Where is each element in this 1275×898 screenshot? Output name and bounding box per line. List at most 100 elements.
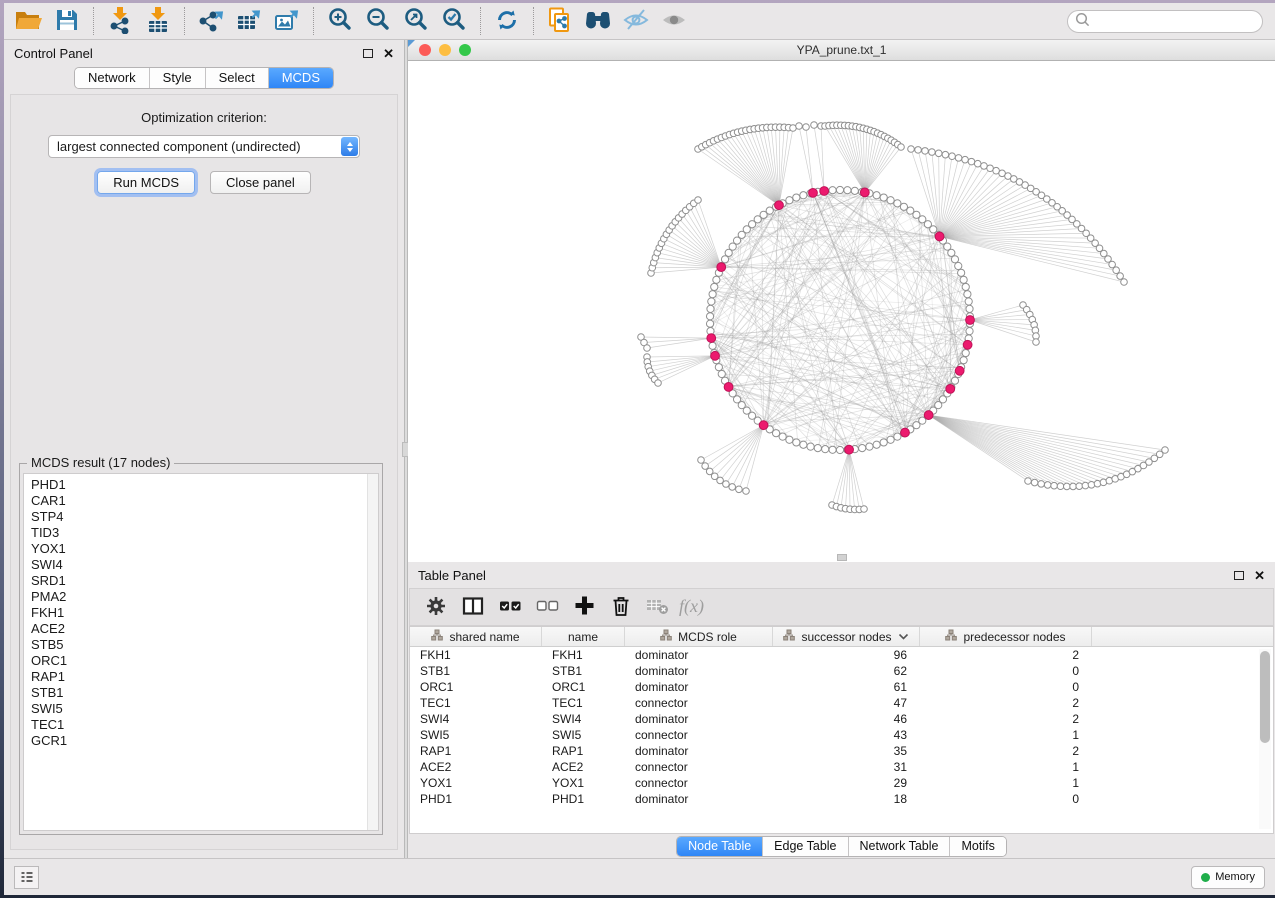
float-panel-button[interactable] — [363, 49, 373, 58]
mcds-result-item[interactable]: ORC1 — [31, 653, 378, 669]
mcds-result-item[interactable]: STB5 — [31, 637, 378, 653]
tab-style[interactable]: Style — [150, 68, 206, 88]
mcds-result-item[interactable]: RAP1 — [31, 669, 378, 685]
table-tab-motifs[interactable]: Motifs — [950, 837, 1005, 856]
select-all-button[interactable] — [497, 594, 523, 620]
export-network-button[interactable] — [192, 5, 230, 37]
result-list-scrollbar[interactable] — [367, 474, 378, 830]
cell[interactable]: 1 — [920, 776, 1092, 790]
column-header-successor-nodes[interactable]: successor nodes — [773, 627, 920, 646]
refresh-layout-button[interactable] — [488, 5, 526, 37]
optimization-criterion-select[interactable]: largest connected component (undirected) — [48, 135, 360, 158]
mcds-result-item[interactable]: SWI5 — [31, 701, 378, 717]
tab-mcds[interactable]: MCDS — [269, 68, 333, 88]
table-row-PHD1[interactable]: PHD1PHD1dominator180 — [410, 791, 1273, 807]
table-row-TEC1[interactable]: TEC1TEC1connector472 — [410, 695, 1273, 711]
mcds-result-item[interactable]: TEC1 — [31, 717, 378, 733]
run-mcds-button[interactable]: Run MCDS — [97, 171, 195, 194]
table-row-ORC1[interactable]: ORC1ORC1dominator610 — [410, 679, 1273, 695]
table-row-RAP1[interactable]: RAP1RAP1dominator352 — [410, 743, 1273, 759]
function-builder-button[interactable]: f(x) — [682, 594, 708, 620]
cell[interactable]: ORC1 — [410, 680, 542, 694]
open-file-button[interactable] — [10, 5, 48, 37]
import-network-button[interactable] — [101, 5, 139, 37]
cell[interactable]: SWI5 — [542, 728, 625, 742]
cell[interactable]: SWI4 — [542, 712, 625, 726]
columns-view-button[interactable] — [460, 594, 486, 620]
minimize-window-icon[interactable] — [439, 44, 451, 56]
cell[interactable]: 0 — [920, 792, 1092, 806]
cell[interactable]: YOX1 — [542, 776, 625, 790]
import-table-button[interactable] — [139, 5, 177, 37]
cell[interactable]: TEC1 — [410, 696, 542, 710]
cell[interactable]: 1 — [920, 760, 1092, 774]
close-window-icon[interactable] — [419, 44, 431, 56]
table-tab-node-table[interactable]: Node Table — [677, 837, 763, 856]
cell[interactable]: ORC1 — [542, 680, 625, 694]
table-row-FKH1[interactable]: FKH1FKH1dominator962 — [410, 647, 1273, 663]
horizontal-splitter-grip[interactable] — [837, 554, 847, 561]
delete-column-button[interactable] — [608, 594, 634, 620]
table-row-SWI4[interactable]: SWI4SWI4dominator462 — [410, 711, 1273, 727]
cell[interactable]: connector — [625, 696, 773, 710]
cell[interactable]: 61 — [773, 680, 920, 694]
cell[interactable]: ACE2 — [542, 760, 625, 774]
mcds-result-item[interactable]: STB1 — [31, 685, 378, 701]
zoom-fit-button[interactable] — [397, 5, 435, 37]
zoom-in-button[interactable] — [321, 5, 359, 37]
export-image-button[interactable] — [268, 5, 306, 37]
cell[interactable]: connector — [625, 760, 773, 774]
cell[interactable]: 29 — [773, 776, 920, 790]
table-scrollbar-thumb[interactable] — [1260, 651, 1270, 743]
hide-selected-button[interactable] — [617, 5, 655, 37]
column-header-MCDS-role[interactable]: MCDS role — [625, 627, 773, 646]
cell[interactable]: TEC1 — [542, 696, 625, 710]
column-settings-button[interactable] — [423, 594, 449, 620]
cell[interactable]: SWI4 — [410, 712, 542, 726]
cell[interactable]: 31 — [773, 760, 920, 774]
cell[interactable]: 62 — [773, 664, 920, 678]
cell[interactable]: 43 — [773, 728, 920, 742]
cell[interactable]: RAP1 — [542, 744, 625, 758]
close-table-panel-icon[interactable]: ✕ — [1254, 569, 1265, 582]
zoom-selected-button[interactable] — [435, 5, 473, 37]
cell[interactable]: dominator — [625, 792, 773, 806]
first-neighbors-button[interactable] — [579, 5, 617, 37]
cell[interactable]: STB1 — [410, 664, 542, 678]
mcds-result-item[interactable]: PHD1 — [31, 477, 378, 493]
cell[interactable]: 2 — [920, 712, 1092, 726]
table-row-YOX1[interactable]: YOX1YOX1connector291 — [410, 775, 1273, 791]
close-panel-button[interactable]: Close panel — [210, 171, 311, 194]
task-history-button[interactable] — [14, 866, 39, 889]
deselect-all-button[interactable] — [534, 594, 560, 620]
mcds-result-item[interactable]: STP4 — [31, 509, 378, 525]
maximize-window-icon[interactable] — [459, 44, 471, 56]
cell[interactable]: 1 — [920, 728, 1092, 742]
network-window-titlebar[interactable]: YPA_prune.txt_1 — [408, 40, 1275, 61]
cell[interactable]: RAP1 — [410, 744, 542, 758]
cell[interactable]: 2 — [920, 744, 1092, 758]
cell[interactable]: SWI5 — [410, 728, 542, 742]
cell[interactable]: 35 — [773, 744, 920, 758]
show-all-button[interactable] — [655, 5, 693, 37]
cell[interactable]: connector — [625, 776, 773, 790]
cell[interactable]: dominator — [625, 664, 773, 678]
memory-button[interactable]: Memory — [1191, 866, 1265, 889]
cell[interactable]: ACE2 — [410, 760, 542, 774]
copy-network-button[interactable] — [541, 5, 579, 37]
mcds-result-item[interactable]: ACE2 — [31, 621, 378, 637]
cell[interactable]: PHD1 — [542, 792, 625, 806]
export-table-button[interactable] — [230, 5, 268, 37]
mcds-result-item[interactable]: CAR1 — [31, 493, 378, 509]
cell[interactable]: 47 — [773, 696, 920, 710]
close-panel-icon[interactable]: ✕ — [383, 47, 394, 60]
mcds-result-item[interactable]: TID3 — [31, 525, 378, 541]
table-scrollbar[interactable] — [1259, 649, 1271, 829]
cell[interactable]: FKH1 — [542, 648, 625, 662]
mcds-result-list[interactable]: PHD1CAR1STP4TID3YOX1SWI4SRD1PMA2FKH1ACE2… — [23, 473, 379, 831]
mcds-result-item[interactable]: YOX1 — [31, 541, 378, 557]
table-row-SWI5[interactable]: SWI5SWI5connector431 — [410, 727, 1273, 743]
table-row-STB1[interactable]: STB1STB1dominator620 — [410, 663, 1273, 679]
mcds-result-item[interactable]: SRD1 — [31, 573, 378, 589]
search-input[interactable] — [1095, 14, 1255, 28]
